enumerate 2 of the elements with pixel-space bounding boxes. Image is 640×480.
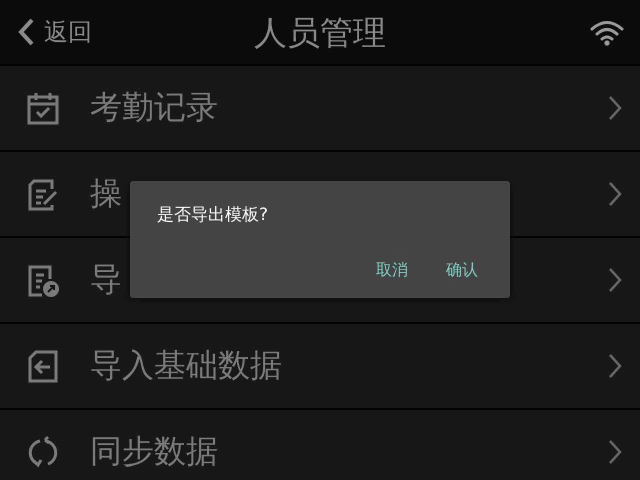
dialog-message: 是否导出模板? (157, 204, 268, 227)
page-title: 人员管理 (254, 16, 386, 48)
